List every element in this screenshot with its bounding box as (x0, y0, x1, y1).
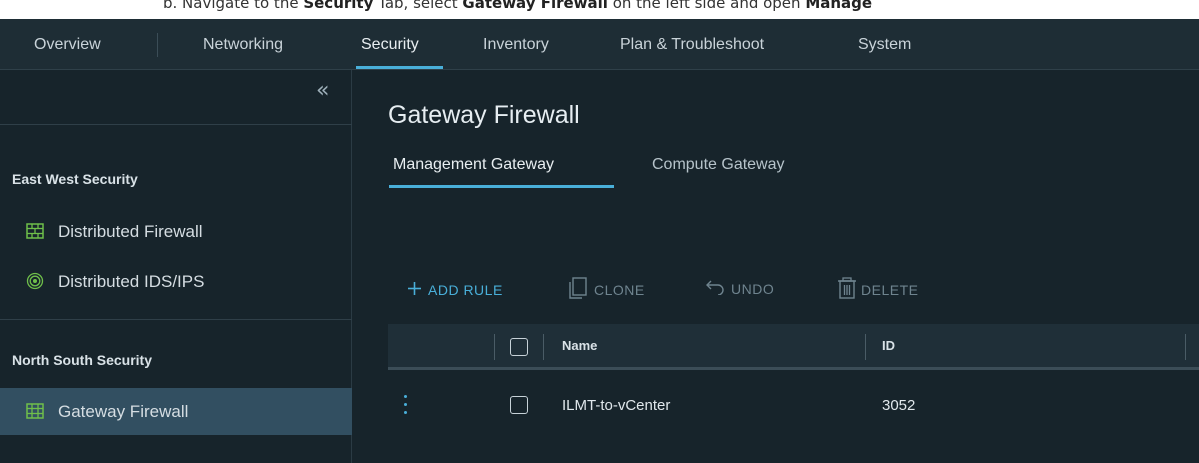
instruction-strip: b. Navigate to the Security Tab, select … (0, 0, 1199, 19)
sidebar-heading-north-south: North South Security (12, 352, 153, 368)
column-separator (1185, 334, 1186, 360)
collapse-sidebar-icon[interactable]: « (316, 78, 329, 103)
sidebar-divider (0, 124, 352, 125)
page-title: Gateway Firewall (388, 101, 580, 129)
sidebar-item-distributed-ids-ips[interactable]: Distributed IDS/IPS (0, 258, 352, 305)
sidebar: « East West Security Distributed Firewal… (0, 70, 352, 463)
clone-button[interactable]: CLONE (569, 277, 645, 302)
clone-icon (569, 277, 587, 302)
undo-icon (704, 279, 724, 298)
trash-icon (837, 277, 857, 302)
rule-name: ILMT-to-vCenter (562, 397, 671, 414)
ids-ips-icon (26, 272, 44, 290)
column-header-id[interactable]: ID (882, 338, 895, 353)
column-separator (494, 334, 495, 360)
column-separator (865, 334, 866, 360)
nav-active-indicator (356, 66, 443, 69)
table-header: Name ID (388, 324, 1199, 370)
sidebar-item-label: Gateway Firewall (58, 402, 189, 421)
gateway-firewall-icon (26, 403, 44, 419)
sidebar-item-label: Distributed Firewall (58, 222, 203, 241)
firewall-icon (26, 223, 44, 239)
rule-id: 3052 (882, 397, 916, 414)
table-row[interactable]: ILMT-to-vCenter 3052 (388, 373, 1199, 441)
sidebar-item-label: Distributed IDS/IPS (58, 272, 205, 291)
nav-tab-security[interactable]: Security (361, 19, 419, 70)
delete-label: DELETE (861, 281, 919, 298)
row-checkbox[interactable] (510, 396, 528, 414)
tab-active-indicator (389, 185, 614, 188)
sidebar-heading-east-west: East West Security (12, 171, 138, 187)
tab-management-gateway[interactable]: Management Gateway (393, 156, 554, 174)
add-rule-button[interactable]: ADD RULE (408, 282, 503, 298)
nav-tab-networking[interactable]: Networking (203, 19, 283, 70)
sidebar-item-distributed-firewall[interactable]: Distributed Firewall (0, 208, 352, 255)
column-separator (543, 334, 544, 360)
nav-tab-inventory[interactable]: Inventory (483, 19, 549, 70)
nav-divider (157, 33, 158, 57)
nav-tab-overview[interactable]: Overview (34, 19, 101, 70)
undo-label: UNDO (731, 280, 775, 297)
instruction-text: b. Navigate to the Security Tab, select … (163, 0, 873, 12)
delete-button[interactable]: DELETE (837, 277, 918, 302)
clone-label: CLONE (594, 281, 645, 298)
add-rule-label: ADD RULE (428, 282, 503, 298)
main-content: Gateway Firewall Management Gateway Comp… (353, 70, 1199, 463)
sidebar-divider (0, 319, 352, 320)
row-actions-kebab-icon[interactable] (404, 395, 408, 417)
top-nav: Overview Networking Security Inventory P… (0, 19, 1199, 70)
undo-button[interactable]: UNDO (704, 279, 774, 298)
nav-tab-plan-troubleshoot[interactable]: Plan & Troubleshoot (620, 19, 764, 70)
column-header-name[interactable]: Name (562, 338, 597, 353)
tab-compute-gateway[interactable]: Compute Gateway (652, 156, 785, 174)
nav-tab-system[interactable]: System (858, 19, 911, 70)
sidebar-item-gateway-firewall[interactable]: Gateway Firewall (0, 388, 352, 435)
plus-icon (408, 282, 421, 298)
select-all-checkbox[interactable] (510, 338, 528, 356)
